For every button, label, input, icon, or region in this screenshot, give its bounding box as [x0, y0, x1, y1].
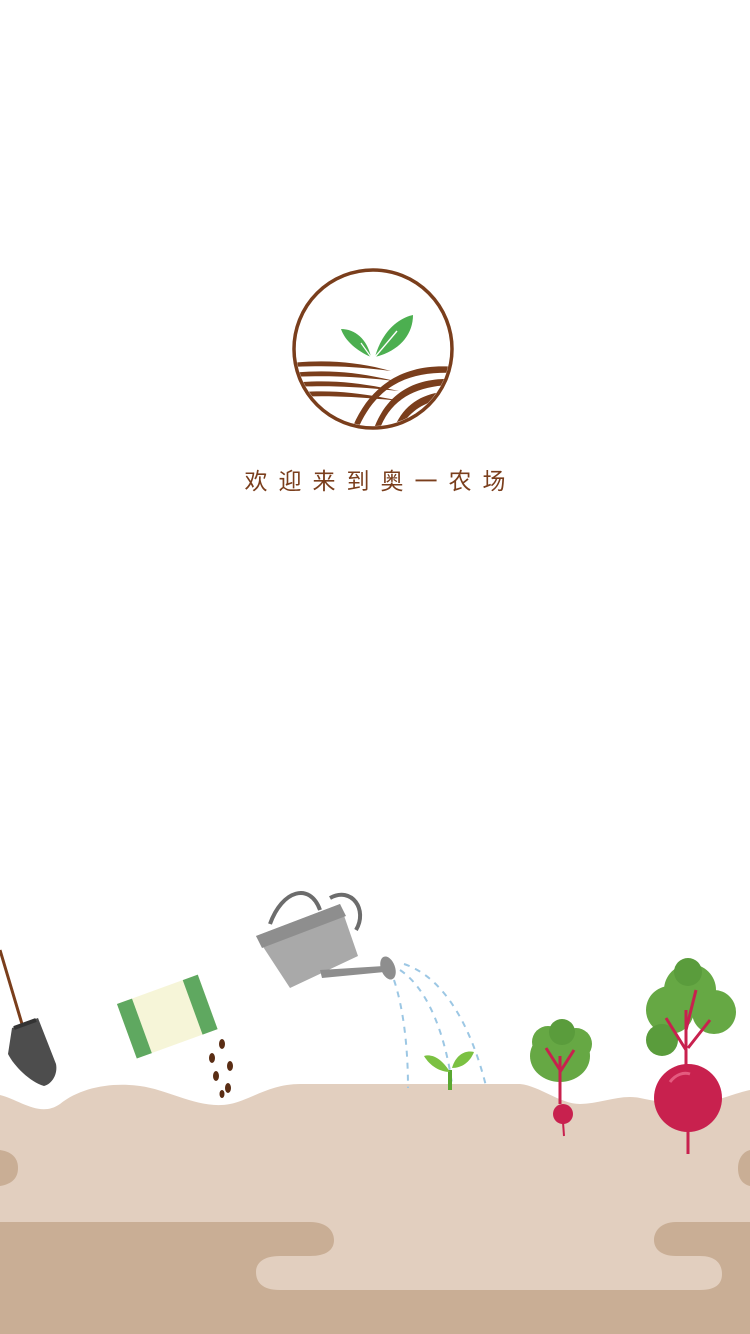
watering-can-icon [256, 891, 396, 988]
farm-sprout-logo-icon [292, 268, 454, 430]
seeds-icon [209, 1039, 233, 1098]
farm-scene-illustration [0, 891, 750, 1334]
shovel-icon [0, 949, 57, 1086]
splash-screen: 欢迎来到奥一农场 [0, 0, 750, 1334]
welcome-title: 欢迎来到奥一农场 [244, 469, 517, 495]
seed-packet-icon [116, 974, 218, 1059]
